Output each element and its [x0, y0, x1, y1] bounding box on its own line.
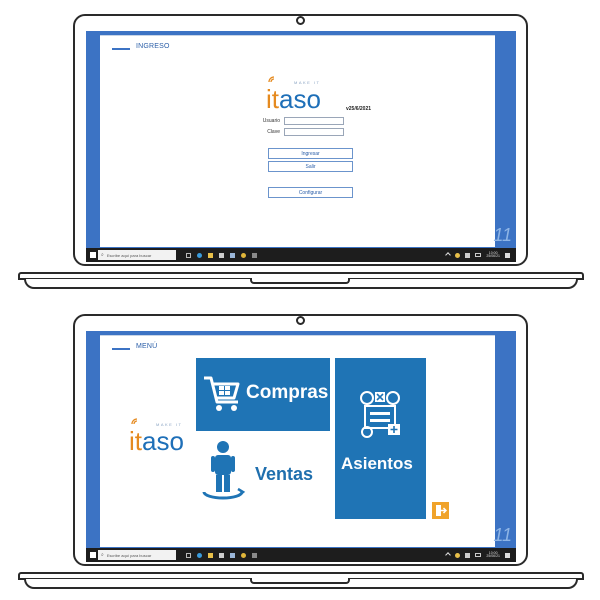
configurar-button[interactable]: Configurar [268, 187, 353, 198]
chrome-icon[interactable] [241, 552, 246, 558]
taskbar-clock[interactable]: 10:00 25/06/21 [486, 251, 500, 259]
ventas-button[interactable]: Ventas [255, 464, 313, 485]
volume-icon[interactable] [465, 552, 471, 558]
task-view-icon[interactable] [186, 252, 191, 258]
store-icon[interactable] [219, 252, 224, 258]
logo-aso: aso [142, 426, 184, 456]
network-icon[interactable] [455, 252, 461, 258]
volume-icon[interactable] [465, 252, 471, 258]
laptop-notch [250, 278, 350, 284]
system-tray: 10:00 25/06/21 [445, 551, 510, 559]
notifications-icon[interactable] [505, 252, 510, 258]
desktop-screen: INGRESO MAKE IT itaso v25/6/2021 Usuario… [86, 31, 516, 262]
mail-icon[interactable] [230, 252, 235, 258]
username-label: Usuario [262, 118, 280, 124]
taskbar-search[interactable]: ⌕ Escribe aquí para buscar [98, 550, 176, 560]
webcam-icon [296, 316, 305, 325]
password-label: Clave [267, 129, 280, 135]
edge-icon[interactable] [197, 252, 202, 258]
window-title: INGRESO [136, 43, 170, 50]
ingresar-button[interactable]: Ingresar [268, 148, 353, 159]
compras-label: Compras [246, 382, 329, 403]
network-icon[interactable] [455, 552, 461, 558]
windows-start-icon[interactable] [88, 248, 98, 262]
chevron-up-icon[interactable] [445, 552, 452, 558]
desktop-screen: MENÚ MAKE IT itaso Compras Asientos Vent… [86, 331, 516, 562]
taskbar-clock[interactable]: 10:00 25/06/21 [486, 551, 500, 559]
accounting-icon [360, 391, 400, 438]
window-title: MENÚ [136, 343, 158, 350]
edge-icon[interactable] [197, 552, 202, 558]
chrome-icon[interactable] [241, 252, 246, 258]
exit-button[interactable] [432, 502, 449, 519]
password-input[interactable] [284, 128, 344, 136]
taskbar-search-placeholder: Escribe aquí para buscar [106, 252, 152, 258]
webcam-icon [296, 16, 305, 25]
title-rule [112, 48, 130, 50]
taskbar-search[interactable]: ⌕ Escribe aquí para buscar [98, 250, 176, 260]
title-rule [112, 348, 130, 350]
itaso-logo: itaso [266, 86, 321, 112]
os-version-mark: 11 [493, 525, 512, 545]
laptop-menu: MENÚ MAKE IT itaso Compras Asientos Vent… [0, 300, 600, 600]
exit-door-icon [436, 505, 447, 516]
laptop-login: INGRESO MAKE IT itaso v25/6/2021 Usuario… [0, 0, 600, 300]
taskbar: ⌕ Escribe aquí para buscar 10:00 25/06/2… [86, 248, 516, 262]
mail-icon[interactable] [230, 552, 235, 558]
laptop-notch [250, 578, 350, 584]
compras-tile[interactable]: Compras [196, 358, 330, 431]
salir-button[interactable]: Salir [268, 161, 353, 172]
logo-it: it [266, 84, 279, 114]
system-tray: 10:00 25/06/21 [445, 251, 510, 259]
logo-aso: aso [279, 84, 321, 114]
itaso-logo: itaso [129, 428, 184, 454]
task-view-icon[interactable] [186, 552, 191, 558]
settings-icon[interactable] [252, 252, 257, 258]
battery-icon[interactable] [475, 553, 482, 557]
username-row: Usuario [262, 117, 344, 125]
os-version-mark: 11 [493, 225, 512, 245]
windows-start-icon[interactable] [88, 548, 98, 562]
username-input[interactable] [284, 117, 344, 125]
shopping-cart-icon [204, 376, 240, 411]
search-icon: ⌕ [101, 252, 104, 258]
clock-date: 25/06/21 [486, 554, 500, 558]
taskbar-search-placeholder: Escribe aquí para buscar [106, 552, 152, 558]
folder-icon[interactable] [208, 552, 213, 558]
clock-date: 25/06/21 [486, 254, 500, 258]
taskbar-pinned-apps [186, 552, 257, 558]
logo-it: it [129, 426, 142, 456]
taskbar-pinned-apps [186, 252, 257, 258]
menu-window: MENÚ MAKE IT itaso Compras Asientos Vent… [100, 335, 495, 547]
salesperson-icon [202, 441, 246, 500]
password-row: Clave [262, 128, 344, 136]
login-window: INGRESO MAKE IT itaso v25/6/2021 Usuario… [100, 35, 495, 247]
taskbar: ⌕ Escribe aquí para buscar 10:00 25/06/2… [86, 548, 516, 562]
notifications-icon[interactable] [505, 552, 510, 558]
chevron-up-icon[interactable] [445, 252, 452, 258]
search-icon: ⌕ [101, 552, 104, 558]
folder-icon[interactable] [208, 252, 213, 258]
store-icon[interactable] [219, 552, 224, 558]
battery-icon[interactable] [475, 253, 482, 257]
asientos-label: Asientos [341, 454, 413, 473]
asientos-tile[interactable]: Asientos [335, 358, 426, 519]
settings-icon[interactable] [252, 552, 257, 558]
version-label: v25/6/2021 [346, 106, 372, 112]
